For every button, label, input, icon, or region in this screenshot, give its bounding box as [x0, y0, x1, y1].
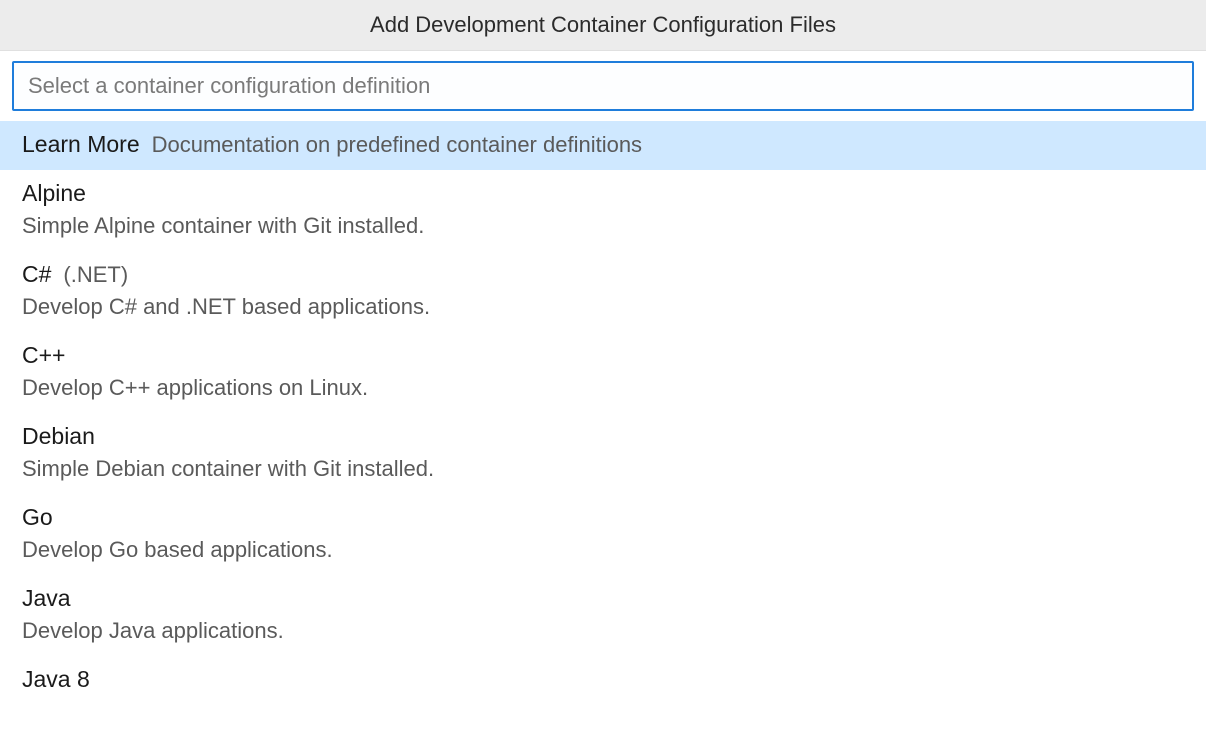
item-label: Java 8 — [22, 666, 90, 693]
item-label: Java — [22, 585, 71, 612]
item-hint: Documentation on predefined container de… — [152, 132, 642, 158]
item-description: Develop C++ applications on Linux. — [22, 375, 1184, 401]
options-list: Learn More Documentation on predefined c… — [0, 121, 1206, 705]
item-description: Simple Alpine container with Git install… — [22, 213, 1184, 239]
list-item-java8[interactable]: Java 8 — [0, 656, 1206, 705]
list-item-debian[interactable]: Debian Simple Debian container with Git … — [0, 413, 1206, 494]
list-item-go[interactable]: Go Develop Go based applications. — [0, 494, 1206, 575]
item-label: C# — [22, 261, 51, 288]
list-item-alpine[interactable]: Alpine Simple Alpine container with Git … — [0, 170, 1206, 251]
search-container — [0, 51, 1206, 121]
list-item-cpp[interactable]: C++ Develop C++ applications on Linux. — [0, 332, 1206, 413]
list-item-java[interactable]: Java Develop Java applications. — [0, 575, 1206, 656]
item-description: Develop Go based applications. — [22, 537, 1184, 563]
item-label: Alpine — [22, 180, 86, 207]
list-item-csharp[interactable]: C# (.NET) Develop C# and .NET based appl… — [0, 251, 1206, 332]
item-label: Go — [22, 504, 53, 531]
item-description: Simple Debian container with Git install… — [22, 456, 1184, 482]
item-description: Develop C# and .NET based applications. — [22, 294, 1184, 320]
item-label: Learn More — [22, 131, 140, 158]
item-label: Debian — [22, 423, 95, 450]
item-hint: (.NET) — [63, 262, 128, 288]
item-description: Develop Java applications. — [22, 618, 1184, 644]
item-label: C++ — [22, 342, 65, 369]
list-item-learn-more[interactable]: Learn More Documentation on predefined c… — [0, 121, 1206, 170]
dialog-title: Add Development Container Configuration … — [0, 0, 1206, 51]
search-input[interactable] — [12, 61, 1194, 111]
